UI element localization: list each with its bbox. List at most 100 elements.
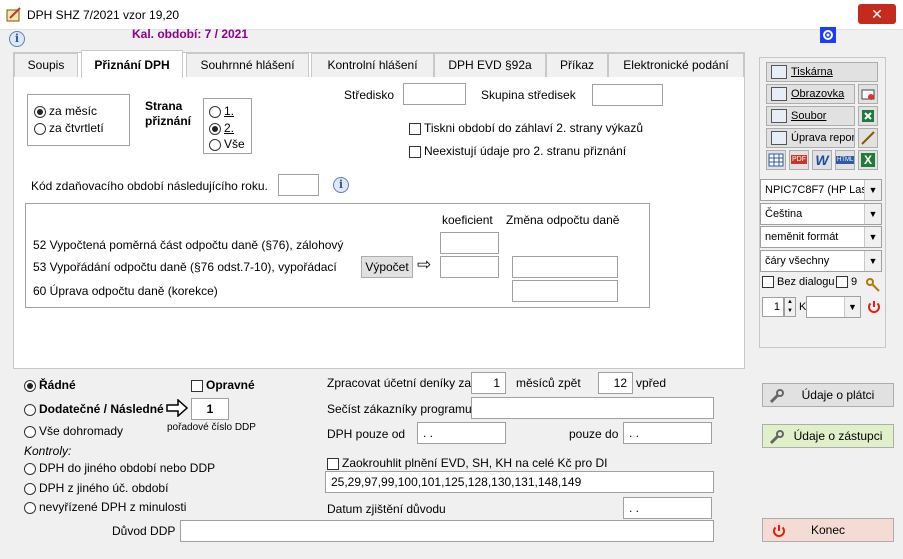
row-52-koef[interactable] (440, 232, 499, 254)
radio-k3[interactable]: nevyřízené DPH z minulosti (24, 500, 186, 514)
radio-dot (209, 122, 221, 135)
radio-vse-dohromady[interactable]: Vše dohromady (24, 424, 123, 438)
skupina-input[interactable] (592, 84, 663, 106)
tab-priznani[interactable]: Přiznání DPH (81, 50, 183, 78)
check-nine[interactable]: 9 (836, 276, 858, 289)
dph-od-input[interactable]: . . (417, 422, 506, 444)
duvod-input[interactable] (180, 520, 714, 542)
radio-radne[interactable]: Řádné (24, 378, 76, 392)
tab-souhrnne[interactable]: Souhrnné hlášení (186, 53, 309, 77)
check-bez-dialogu[interactable]: Bez dialogu (762, 276, 835, 289)
settings-icon[interactable] (820, 27, 836, 43)
uprava-button[interactable]: Úprava repor (766, 128, 855, 148)
row-53-zmena[interactable] (512, 256, 618, 278)
xls-button[interactable]: X (858, 150, 878, 170)
check-zaokrouhlit[interactable]: Zaokrouhlit plnění EVD, SH, KH na celé K… (327, 456, 607, 470)
radio-dodatecne[interactable]: Dodatečné / Následné (24, 402, 164, 416)
format-select[interactable]: neměnit formát ▼ (760, 226, 882, 248)
tools-icon (861, 131, 875, 145)
info-icon[interactable]: i (9, 31, 25, 47)
row-53-koef[interactable] (440, 256, 499, 278)
radio-strana-2[interactable]: 2. (209, 121, 234, 135)
soubor-button[interactable]: Soubor (766, 106, 855, 126)
radio-dot (34, 122, 46, 135)
chevron-down-icon: ▼ (864, 204, 881, 224)
k-select[interactable]: ▼ (806, 296, 861, 318)
kod-info-icon[interactable]: i (333, 177, 349, 193)
datum-input[interactable]: . . (623, 497, 712, 519)
radio-quarterly[interactable]: za čtvrtletí (34, 121, 104, 135)
radio-dot (34, 105, 46, 118)
tab-elektronicke[interactable]: Elektronické podání (608, 53, 744, 77)
radio-dodatecne-label: Dodatečné / Následné (39, 402, 164, 416)
radio-dot (209, 105, 221, 118)
stredisko-input[interactable] (403, 83, 466, 105)
check-neexistuji[interactable]: Neexistují údaje pro 2. stranu přiznání (409, 144, 626, 158)
window-title: DPH SHZ 7/2021 vzor 19,20 (27, 8, 180, 22)
codes-input[interactable]: 25,29,97,99,100,101,125,128,130,131,148,… (325, 471, 714, 493)
tab-soupis[interactable]: Soupis (14, 53, 78, 77)
duvod-label: Důvod DDP (112, 524, 176, 538)
pouze-do-input[interactable]: . . (623, 422, 712, 444)
radio-radne-label: Řádné (39, 378, 76, 392)
vypocet-button[interactable]: Výpočet (361, 256, 413, 278)
word-button[interactable]: W (812, 150, 832, 170)
dph-od-label: DPH pouze od (327, 427, 406, 441)
months-back-input[interactable]: 1 (471, 372, 506, 394)
copies-spinner[interactable]: ▲ ▼ (784, 297, 796, 317)
html-icon: HTML (836, 156, 855, 164)
udaje-zastupci-label: Údaje o zástupci (793, 429, 883, 443)
udaje-platci-button[interactable]: Údaje o plátci (762, 383, 894, 407)
secist-input[interactable] (471, 397, 714, 419)
skupina-label: Skupina středisek (481, 88, 576, 102)
key-icon[interactable] (865, 277, 881, 293)
table-icon (768, 153, 784, 167)
check-opravne[interactable]: Opravné (191, 378, 255, 392)
radio-strana-1[interactable]: 1. (209, 104, 234, 118)
printer-select-value: NPIC7C8F7 (HP Lase (765, 184, 874, 196)
radio-strana-all[interactable]: Vše (209, 137, 245, 151)
row-60-zmena[interactable] (512, 280, 618, 302)
html-button[interactable]: HTML (835, 150, 855, 170)
obrazovka-button[interactable]: Obrazovka (766, 84, 855, 104)
pouze-do-label: pouze do (569, 427, 619, 441)
table-export-button[interactable] (766, 150, 786, 170)
poradove-input[interactable]: 1 (191, 398, 229, 420)
kod-input[interactable] (278, 174, 319, 196)
chevron-down-icon: ▼ (864, 180, 881, 200)
lines-select[interactable]: čáry všechny ▼ (760, 250, 882, 272)
tiskarna-button[interactable]: Tiskárna (766, 62, 878, 82)
excel-icon (862, 110, 874, 122)
tab-kontrolni[interactable]: Kontrolní hlášení (311, 53, 434, 77)
radio-k1[interactable]: DPH do jiného období nebo DDP (24, 461, 215, 475)
radio-quarterly-label: za čtvrtletí (49, 121, 104, 135)
stredisko-label: Středisko (344, 88, 395, 102)
radio-k2[interactable]: DPH z jiného úč. období (24, 481, 168, 495)
printer-select[interactable]: NPIC7C8F7 (HP Lase ▼ (760, 179, 882, 201)
radio-strana-2-label: 2. (224, 121, 235, 135)
arrow-right-icon (166, 399, 188, 417)
copies-input[interactable]: 1 (762, 297, 784, 317)
konec-button[interactable]: Konec (762, 518, 894, 542)
pdf-button[interactable]: PDF (789, 150, 809, 170)
zpracovat-label: Zpracovat účetní deníky za (327, 376, 472, 390)
udaje-zastupci-button[interactable]: Údaje o zástupci (762, 424, 894, 448)
language-select[interactable]: Čeština ▼ (760, 203, 882, 225)
radio-monthly[interactable]: za měsíc (34, 104, 97, 118)
radio-monthly-label: za měsíc (49, 104, 98, 118)
months-fwd-input[interactable]: 12 (598, 372, 633, 394)
close-button[interactable]: ✕ (858, 4, 896, 24)
obrazovka-label: Obrazovka (791, 88, 845, 100)
power-icon[interactable] (866, 299, 882, 315)
tab-prikaz[interactable]: Příkaz (546, 53, 608, 77)
tab-evd[interactable]: DPH EVD §92a (434, 53, 546, 77)
email-button[interactable] (858, 84, 878, 104)
nine-label: 9 (851, 276, 858, 288)
excel-button[interactable] (858, 106, 878, 126)
tools-button[interactable] (858, 128, 878, 148)
printer-icon (771, 65, 787, 79)
check-tiskni[interactable]: Tiskni období do záhlaví 2. strany výkaz… (409, 121, 643, 135)
mesicu-zpet-label: měsíců zpět (516, 376, 581, 390)
datum-label: Datum zjištění důvodu (327, 502, 446, 516)
arrow-right-icon: ⇨ (417, 255, 432, 274)
